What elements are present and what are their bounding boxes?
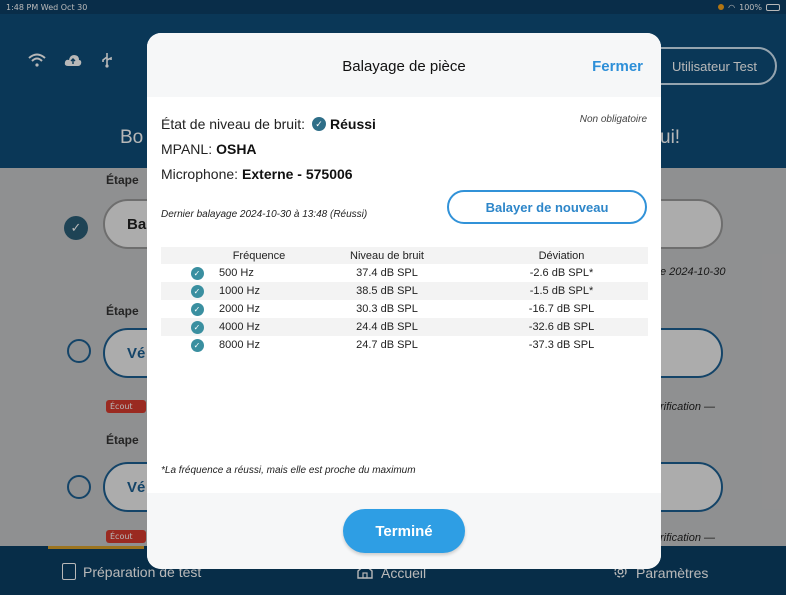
table-row: ✓ 500 Hz 37.4 dB SPL -2.6 dB SPL* bbox=[161, 264, 648, 282]
last-scan-text: Dernier balayage 2024-10-30 à 13:48 (Réu… bbox=[161, 209, 368, 220]
frequency-cell: 4000 Hz bbox=[219, 321, 260, 333]
mpanl-row: MPANL: OSHA bbox=[161, 141, 257, 157]
deviation-cell: -2.6 dB SPL* bbox=[529, 267, 594, 279]
frequency-cell: 8000 Hz bbox=[219, 339, 260, 351]
noise-level-cell: 24.7 dB SPL bbox=[356, 339, 418, 351]
check-icon: ✓ bbox=[312, 117, 326, 131]
deviation-cell: -32.6 dB SPL bbox=[528, 321, 595, 333]
column-header: Niveau de bruit bbox=[350, 249, 424, 262]
mpanl-value: OSHA bbox=[216, 141, 257, 157]
mpanl-label: MPANL: bbox=[161, 141, 213, 157]
frequency-cell: 2000 Hz bbox=[219, 303, 260, 315]
room-scan-modal: Balayage de pièce Fermer État de niveau … bbox=[147, 33, 661, 569]
modal-header: Balayage de pièce Fermer bbox=[147, 33, 661, 97]
check-icon: ✓ bbox=[190, 284, 204, 298]
noise-level-cell: 37.4 dB SPL bbox=[356, 267, 418, 279]
deviation-cell: -1.5 dB SPL* bbox=[529, 285, 594, 297]
microphone-label: Microphone: bbox=[161, 166, 239, 182]
deviation-cell: -37.3 dB SPL bbox=[528, 339, 595, 351]
table-row: ✓ 4000 Hz 24.4 dB SPL -32.6 dB SPL bbox=[161, 318, 648, 336]
table-header: Fréquence Niveau de bruit Déviation bbox=[161, 247, 648, 264]
noise-level-cell: 24.4 dB SPL bbox=[356, 321, 418, 333]
check-icon: ✓ bbox=[190, 266, 204, 280]
rescan-button[interactable]: Balayer de nouveau bbox=[447, 190, 647, 224]
optional-note: Non obligatoire bbox=[579, 114, 647, 125]
modal-title: Balayage de pièce bbox=[342, 58, 466, 75]
frequency-cell: 500 Hz bbox=[219, 267, 254, 279]
noise-status-value: Réussi bbox=[330, 116, 376, 132]
check-icon: ✓ bbox=[190, 338, 204, 352]
noise-status-row: État de niveau de bruit: ✓ Réussi bbox=[161, 116, 376, 132]
microphone-value: Externe - 575006 bbox=[242, 166, 353, 182]
table-row: ✓ 8000 Hz 24.7 dB SPL -37.3 dB SPL bbox=[161, 336, 648, 354]
table-row: ✓ 1000 Hz 38.5 dB SPL -1.5 dB SPL* bbox=[161, 282, 648, 300]
table-row: ✓ 2000 Hz 30.3 dB SPL -16.7 dB SPL bbox=[161, 300, 648, 318]
check-icon: ✓ bbox=[190, 302, 204, 316]
deviation-cell: -16.7 dB SPL bbox=[528, 303, 595, 315]
noise-level-cell: 30.3 dB SPL bbox=[356, 303, 418, 315]
footnote: *La fréquence a réussi, mais elle est pr… bbox=[161, 465, 416, 476]
noise-status-label: État de niveau de bruit: bbox=[161, 116, 305, 132]
done-button[interactable]: Terminé bbox=[343, 509, 465, 553]
microphone-row: Microphone: Externe - 575006 bbox=[161, 166, 353, 182]
results-table: Fréquence Niveau de bruit Déviation ✓ 50… bbox=[161, 247, 648, 354]
column-header: Fréquence bbox=[232, 249, 286, 262]
column-header: Déviation bbox=[538, 249, 585, 262]
noise-level-cell: 38.5 dB SPL bbox=[356, 285, 418, 297]
close-button[interactable]: Fermer bbox=[592, 58, 643, 75]
check-icon: ✓ bbox=[190, 320, 204, 334]
frequency-cell: 1000 Hz bbox=[219, 285, 260, 297]
